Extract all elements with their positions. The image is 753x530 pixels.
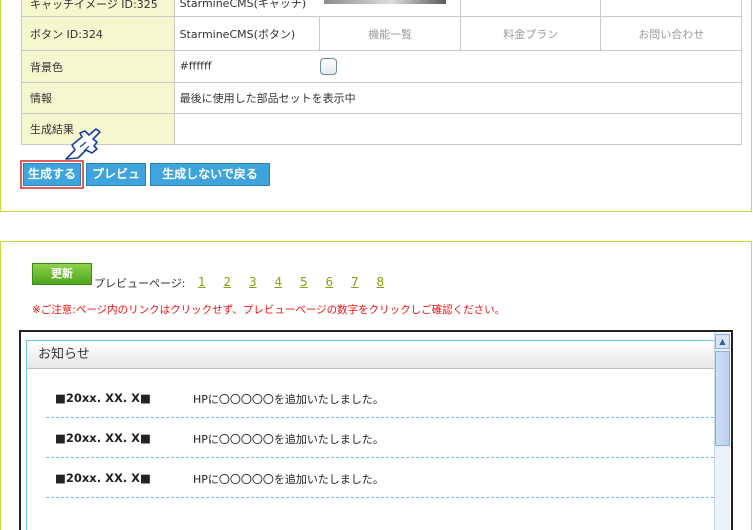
catch-image-thumbnail xyxy=(323,0,446,4)
generation-table: キャッチイメージ ID:325 StarmineCMS(キャッチ) ボタン ID… xyxy=(21,0,743,145)
news-heading: お知らせ xyxy=(27,341,715,369)
table-row: ボタン ID:324 StarmineCMS(ボタン) 機能一覧 料金プラン お… xyxy=(21,16,742,51)
news-box: お知らせ ■20xx. XX. X■ HPに〇〇〇〇〇を追加いたしました。 ■2… xyxy=(26,340,716,530)
page-link-8[interactable]: 8 xyxy=(377,275,399,289)
news-item: ■20xx. XX. X■ HPに〇〇〇〇〇を追加いたしました。 xyxy=(46,418,714,458)
preview-page-links: 1 2 3 4 5 6 7 8 xyxy=(198,275,399,289)
table-row: 生成結果 xyxy=(21,113,743,145)
hand-pointer-icon xyxy=(65,128,101,160)
table-row: 情報 最後に使用した部品セットを表示中 xyxy=(21,82,743,114)
nav-button-contact[interactable]: お問い合わせ xyxy=(600,16,742,51)
row-value: StarmineCMS(キャッチ) xyxy=(179,0,307,10)
preview-button[interactable]: プレビュー xyxy=(86,163,146,202)
news-text: HPに〇〇〇〇〇を追加いたしました。 xyxy=(193,433,384,446)
preview-page-label: プレビューページ: xyxy=(94,277,186,290)
caution-notice: ※ご注意:ページ内のリンクはクリックせず、プレビューページの数字をクリックしご確… xyxy=(32,304,506,316)
news-date: ■20xx. XX. X■ xyxy=(55,431,151,445)
news-date: ■20xx. XX. X■ xyxy=(55,471,151,485)
page-link-5[interactable]: 5 xyxy=(300,275,322,289)
row-value: 最後に使用した部品セットを表示中 xyxy=(173,82,743,114)
background-color-checkbox[interactable] xyxy=(320,58,338,75)
row-label: 背景色 xyxy=(21,50,175,83)
news-date: ■20xx. XX. X■ xyxy=(55,391,151,405)
page-link-4[interactable]: 4 xyxy=(275,275,297,289)
news-text: HPに〇〇〇〇〇を追加いたしました。 xyxy=(193,393,384,406)
back-without-generating-button[interactable]: 生成しないで戻る xyxy=(150,163,270,186)
generate-button[interactable]: 生成する xyxy=(20,160,84,189)
nav-button-features[interactable]: 機能一覧 xyxy=(319,16,461,51)
preview-frame: お知らせ ■20xx. XX. X■ HPに〇〇〇〇〇を追加いたしました。 ■2… xyxy=(19,330,733,530)
preview-panel: 更新 プレビューページ: 1 2 3 4 5 6 7 8 ※ご注意:ページ内のリ… xyxy=(0,241,752,530)
news-item: ■20xx. XX. X■ HPに〇〇〇〇〇を追加いたしました。 xyxy=(46,378,714,418)
scroll-thumb[interactable] xyxy=(715,351,730,446)
row-label: キャッチイメージ ID:325 xyxy=(21,0,175,17)
background-color-value: #ffffff xyxy=(179,59,212,73)
news-item: ■20xx. XX. X■ HPに〇〇〇〇〇を追加いたしました。 xyxy=(46,458,714,498)
news-text: HPに〇〇〇〇〇を追加いたしました。 xyxy=(193,473,384,486)
update-button[interactable]: 更新 xyxy=(32,263,92,285)
preview-scrollbar[interactable]: ▲ xyxy=(714,332,730,530)
page-link-3[interactable]: 3 xyxy=(249,275,271,289)
row-value xyxy=(173,113,743,145)
generation-panel: キャッチイメージ ID:325 StarmineCMS(キャッチ) ボタン ID… xyxy=(0,0,752,212)
nav-button-pricing[interactable]: 料金プラン xyxy=(459,16,602,51)
page-link-6[interactable]: 6 xyxy=(326,275,348,289)
table-row: キャッチイメージ ID:325 StarmineCMS(キャッチ) xyxy=(21,0,742,17)
scroll-up-arrow-icon[interactable]: ▲ xyxy=(715,334,730,349)
row-label: ボタン ID:324 xyxy=(21,16,175,51)
page-link-1[interactable]: 1 xyxy=(198,275,220,289)
row-value: StarmineCMS(ボタン) xyxy=(173,16,321,51)
page-link-2[interactable]: 2 xyxy=(224,275,246,289)
page-link-7[interactable]: 7 xyxy=(351,275,373,289)
table-row: 背景色 #ffffff xyxy=(21,50,743,83)
row-label: 情報 xyxy=(21,82,175,114)
